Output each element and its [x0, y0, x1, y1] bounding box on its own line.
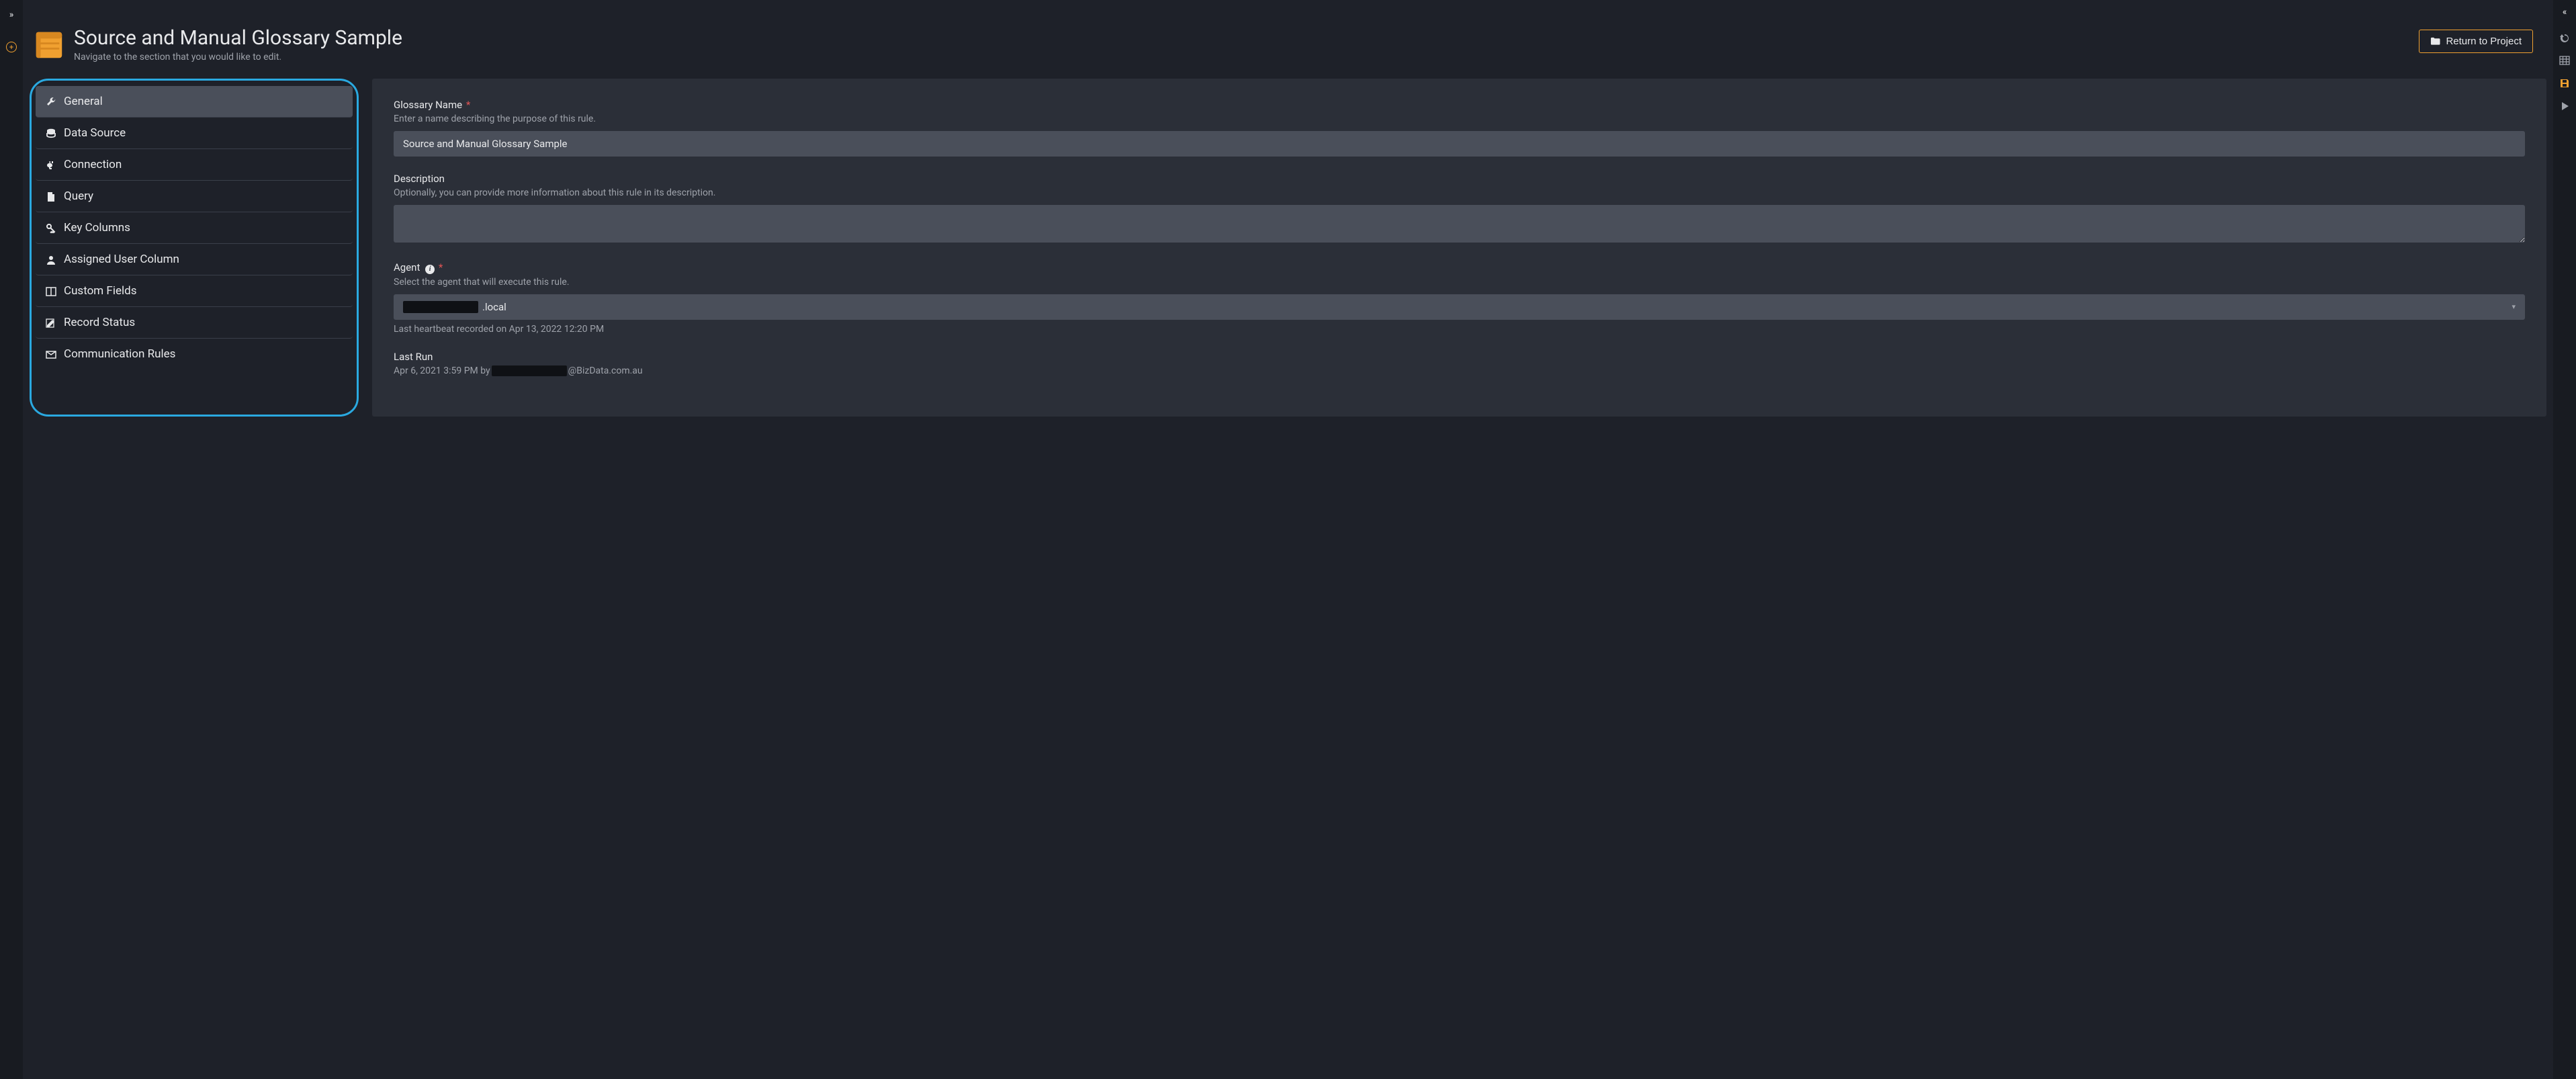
edit-icon	[45, 316, 57, 329]
return-to-project-label: Return to Project	[2446, 36, 2522, 47]
envelope-icon	[45, 347, 57, 361]
book-icon	[32, 28, 66, 62]
save-icon[interactable]	[2559, 78, 2570, 89]
plug-icon	[45, 158, 57, 171]
add-button[interactable]: +	[6, 42, 17, 52]
file-icon	[45, 189, 57, 203]
page-title: Source and Manual Glossary Sample	[74, 27, 402, 49]
undo-icon[interactable]	[2559, 32, 2570, 43]
glossary-name-label: Glossary Name	[394, 99, 462, 111]
description-label: Description	[394, 173, 445, 185]
user-icon	[45, 253, 57, 266]
expand-left-icon[interactable]: »	[7, 7, 17, 23]
folder-icon	[2430, 36, 2440, 46]
grid-icon[interactable]	[2559, 55, 2570, 66]
right-rail: «	[2553, 0, 2576, 1079]
nav-item-label: General	[64, 95, 103, 108]
nav-item-key-columns[interactable]: Key Columns	[36, 212, 353, 244]
nav-item-label: Custom Fields	[64, 284, 136, 298]
info-icon[interactable]: i	[425, 265, 435, 274]
redacted-text	[492, 365, 567, 376]
left-rail: » +	[0, 0, 23, 1079]
form-panel: Glossary Name * Enter a name describing …	[372, 79, 2546, 417]
nav-item-query[interactable]: Query	[36, 181, 353, 212]
section-nav: General Data Source Connection	[30, 79, 359, 417]
play-icon[interactable]	[2559, 101, 2570, 112]
field-description: Description Optionally, you can provide …	[394, 173, 2525, 245]
field-agent: Agent i * Select the agent that will exe…	[394, 261, 2525, 335]
heartbeat-time: Apr 13, 2022 12:20 PM	[509, 324, 605, 335]
agent-help: Select the agent that will execute this …	[394, 277, 2525, 288]
nav-item-label: Communication Rules	[64, 347, 175, 361]
main-content: Source and Manual Glossary Sample Naviga…	[23, 0, 2553, 1079]
last-run-label: Last Run	[394, 351, 433, 363]
return-to-project-button[interactable]: Return to Project	[2419, 30, 2533, 53]
description-input[interactable]	[394, 205, 2525, 243]
required-indicator: *	[439, 261, 443, 273]
nav-item-label: Query	[64, 189, 93, 203]
field-last-run: Last Run Apr 6, 2021 3:59 PM by @BizData…	[394, 351, 2525, 376]
last-run-time-by: Apr 6, 2021 3:59 PM by	[394, 365, 490, 376]
last-run-domain: @BizData.com.au	[568, 365, 643, 376]
nav-item-label: Key Columns	[64, 221, 130, 234]
collapse-right-icon[interactable]: «	[2563, 7, 2567, 17]
key-icon	[45, 221, 57, 234]
agent-select[interactable]: .local	[394, 294, 2525, 320]
database-icon	[45, 126, 57, 140]
agent-label: Agent	[394, 261, 420, 273]
description-help: Optionally, you can provide more informa…	[394, 187, 2525, 198]
heartbeat-prefix: Last heartbeat recorded on	[394, 324, 509, 335]
page-subtitle: Navigate to the section that you would l…	[74, 52, 402, 62]
glossary-name-help: Enter a name describing the purpose of t…	[394, 114, 2525, 124]
nav-item-connection[interactable]: Connection	[36, 149, 353, 181]
nav-item-assigned-user-column[interactable]: Assigned User Column	[36, 244, 353, 275]
wrench-icon	[45, 95, 57, 108]
required-indicator: *	[466, 99, 470, 111]
nav-item-label: Connection	[64, 158, 122, 171]
nav-item-label: Assigned User Column	[64, 253, 179, 266]
nav-item-general[interactable]: General	[36, 86, 353, 118]
page-header: Source and Manual Glossary Sample Naviga…	[23, 0, 2553, 75]
field-glossary-name: Glossary Name * Enter a name describing …	[394, 99, 2525, 157]
glossary-name-input[interactable]	[394, 131, 2525, 157]
nav-item-label: Record Status	[64, 316, 135, 329]
nav-item-label: Data Source	[64, 126, 126, 140]
columns-icon	[45, 284, 57, 298]
nav-item-record-status[interactable]: Record Status	[36, 307, 353, 339]
agent-selected-suffix: .local	[482, 301, 506, 313]
nav-item-communication-rules[interactable]: Communication Rules	[36, 339, 353, 370]
nav-item-data-source[interactable]: Data Source	[36, 118, 353, 149]
nav-item-custom-fields[interactable]: Custom Fields	[36, 275, 353, 307]
